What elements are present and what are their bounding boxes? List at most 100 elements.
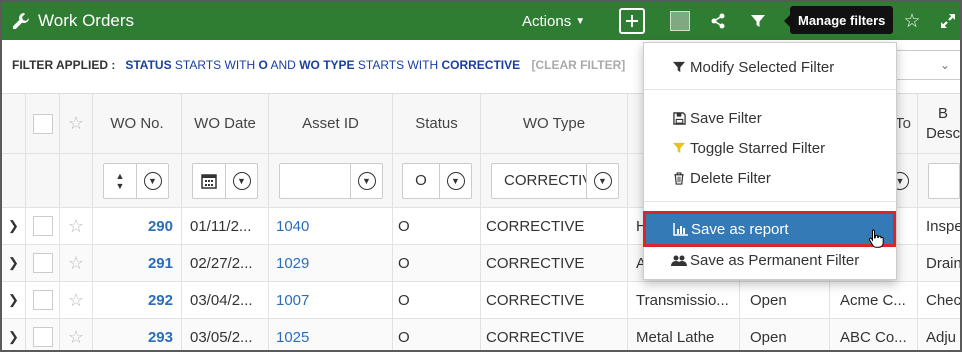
status-cell: O xyxy=(393,208,481,244)
menu-item-label: Save as Permanent Filter xyxy=(690,251,860,269)
wo-date-cell: 01/11/2... xyxy=(182,208,269,244)
column-header-description[interactable]: B Desc xyxy=(918,94,960,153)
star-icon: ☆ xyxy=(67,113,85,133)
actions-menu-button[interactable]: Actions ▼ xyxy=(522,2,585,40)
menu-item-save-filter[interactable]: Save Filter xyxy=(644,103,896,133)
wo-number-link[interactable]: 293 xyxy=(93,319,182,350)
save-icon xyxy=(670,111,688,125)
wo-number-link[interactable]: 292 xyxy=(93,282,182,318)
page-title: Work Orders xyxy=(38,11,135,30)
title-area: Work Orders xyxy=(12,2,134,40)
filter-button[interactable] xyxy=(746,2,770,40)
menu-item-toggle-starred[interactable]: Toggle Starred Filter xyxy=(644,133,896,163)
menu-item-label: Delete Filter xyxy=(690,169,771,187)
wo-number-link[interactable]: 290 xyxy=(93,208,182,244)
saved-filter-select[interactable]: ⌄ xyxy=(892,50,960,80)
wo-type-cell: CORRECTIVE xyxy=(481,208,628,244)
table-row[interactable]: ❯ ☆ 292 03/04/2... 1007 O CORRECTIVE Tra… xyxy=(2,282,960,319)
row-star-cell: ☆ xyxy=(60,319,93,350)
wo-date-cell: 03/05/2... xyxy=(182,319,269,350)
row-expand-icon[interactable]: ❯ xyxy=(2,282,26,318)
wo-date-filter-cell: ▼ xyxy=(182,154,269,207)
filter-operator-2: STARTS WITH xyxy=(357,58,439,72)
status-cell: O xyxy=(393,245,481,281)
users-icon xyxy=(670,254,688,267)
row-checkbox[interactable] xyxy=(32,253,53,273)
description-filter-input[interactable] xyxy=(928,162,960,199)
asset-id-link[interactable]: 1025 xyxy=(269,319,393,350)
filter-icon: ▼ xyxy=(232,171,251,190)
description-header-line-2: Desc xyxy=(926,124,960,142)
asset-id-link[interactable]: 1029 xyxy=(269,245,393,281)
row-select-cell xyxy=(26,208,60,244)
row-expand-icon[interactable]: ❯ xyxy=(2,319,26,350)
menu-divider xyxy=(644,89,896,90)
wo-no-filter[interactable]: ▲ ▼ ▼ xyxy=(103,162,169,199)
filter-spacer xyxy=(26,154,60,207)
star-column-header: ☆ xyxy=(60,94,93,153)
column-header-wo-no[interactable]: WO No. xyxy=(93,94,182,153)
description-cell: Chec xyxy=(926,291,960,309)
expand-button[interactable] xyxy=(936,2,960,40)
star-icon[interactable]: ☆ xyxy=(68,327,84,348)
row-star-cell: ☆ xyxy=(60,245,93,281)
star-icon[interactable]: ☆ xyxy=(68,253,84,274)
row-select-cell xyxy=(26,245,60,281)
filter-value-2: CORRECTIVE xyxy=(441,58,521,72)
wo-no-filter-button[interactable]: ▼ xyxy=(136,163,168,198)
star-icon[interactable]: ☆ xyxy=(68,290,84,311)
wo-number-link[interactable]: 291 xyxy=(93,245,182,281)
description-header-line-1: B xyxy=(938,104,949,122)
favorite-button[interactable]: ☆ xyxy=(900,2,924,40)
row-expand-icon[interactable]: ❯ xyxy=(2,245,26,281)
row-expand-icon[interactable]: ❯ xyxy=(2,208,26,244)
asset-id-filter[interactable]: ▼ xyxy=(279,162,383,199)
description-filter-cell xyxy=(918,154,960,207)
view-toggle-button[interactable] xyxy=(668,2,692,40)
menu-item-label: Modify Selected Filter xyxy=(690,58,835,76)
filter-spacer xyxy=(60,154,93,207)
menu-item-save-as-report[interactable]: Save as report xyxy=(643,211,896,247)
column-header-wo-type[interactable]: WO Type xyxy=(481,94,628,153)
menu-item-delete-filter[interactable]: Delete Filter xyxy=(644,163,896,193)
menu-divider xyxy=(644,201,896,202)
column-header-wo-date[interactable]: WO Date xyxy=(182,94,269,153)
header-bar: Work Orders Actions ▼ Manage filters ☆ xyxy=(2,2,960,40)
filter-joiner: AND xyxy=(270,58,296,72)
share-button[interactable] xyxy=(706,2,730,40)
asset-id-filter-button[interactable]: ▼ xyxy=(350,163,382,198)
select-all-checkbox[interactable] xyxy=(32,113,53,134)
menu-item-save-permanent[interactable]: Save as Permanent Filter xyxy=(644,245,896,275)
calendar-icon[interactable] xyxy=(193,173,225,189)
filter-field-2: WO TYPE xyxy=(299,58,355,72)
row-checkbox[interactable] xyxy=(32,216,53,236)
select-all-cell xyxy=(26,94,60,153)
column-header-status[interactable]: Status xyxy=(393,94,481,153)
add-button[interactable] xyxy=(617,2,647,40)
star-icon[interactable]: ☆ xyxy=(68,216,84,237)
row-star-cell: ☆ xyxy=(60,208,93,244)
asset-id-link[interactable]: 1040 xyxy=(269,208,393,244)
asset-id-link[interactable]: 1007 xyxy=(269,282,393,318)
wo-type-filter[interactable]: CORRECTIVE ▼ xyxy=(491,162,619,199)
wo-type-filter-button[interactable]: ▼ xyxy=(586,163,618,198)
description-cell: Inspe xyxy=(926,217,960,235)
clear-filter-link[interactable]: [CLEAR FILTER] xyxy=(532,58,626,72)
asset-name-cell: Transmissio... xyxy=(628,282,740,318)
plus-icon xyxy=(619,8,645,34)
status-cell: O xyxy=(393,319,481,350)
wo-date-filter[interactable]: ▼ xyxy=(192,162,258,199)
status-filter-button[interactable]: ▼ xyxy=(439,163,471,198)
status-filter-input[interactable]: O xyxy=(403,172,439,189)
menu-item-modify-filter[interactable]: Modify Selected Filter xyxy=(644,52,896,82)
sort-icon[interactable]: ▲ ▼ xyxy=(104,171,136,191)
wo-date-cell: 02/27/2... xyxy=(182,245,269,281)
status-cell: O xyxy=(393,282,481,318)
table-row[interactable]: ❯ ☆ 293 03/05/2... 1025 O CORRECTIVE Met… xyxy=(2,319,960,350)
row-checkbox[interactable] xyxy=(32,290,53,310)
status-filter[interactable]: O ▼ xyxy=(402,162,472,199)
column-header-asset-id[interactable]: Asset ID xyxy=(269,94,393,153)
wo-type-filter-input[interactable]: CORRECTIVE xyxy=(492,172,586,189)
wo-date-filter-button[interactable]: ▼ xyxy=(225,163,257,198)
row-checkbox[interactable] xyxy=(32,327,53,347)
